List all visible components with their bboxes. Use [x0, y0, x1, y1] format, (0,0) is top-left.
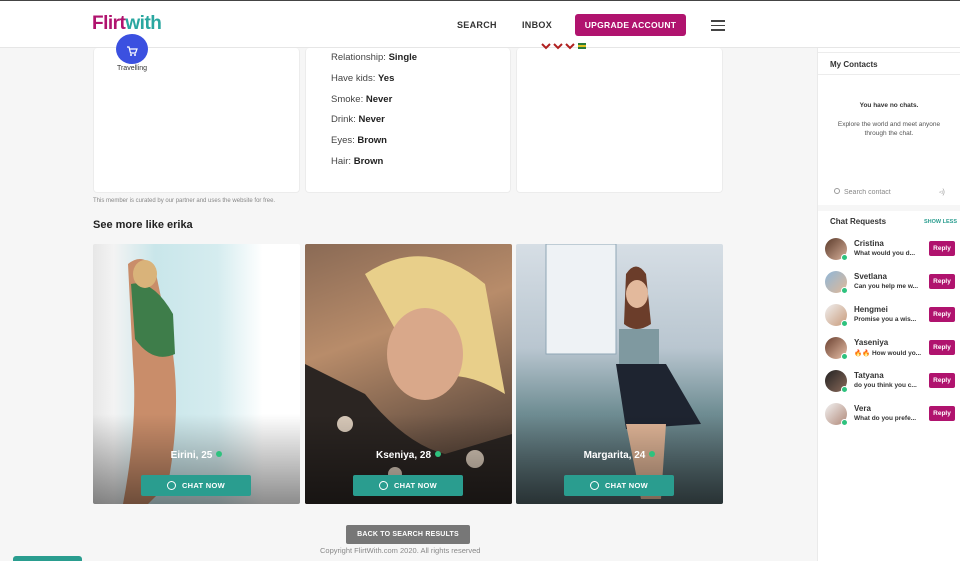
avatar — [825, 238, 848, 261]
request-name: Yaseniya — [854, 338, 889, 347]
no-chats-text: You have no chats. — [859, 102, 919, 109]
nav-inbox-link[interactable]: INBOX — [522, 20, 552, 30]
interests-card: Travelling — [93, 34, 300, 193]
online-indicator-icon — [841, 254, 848, 261]
chat-bubble-icon — [378, 481, 388, 490]
online-indicator-icon — [841, 320, 848, 327]
details-card: Relationship: Single Have kids: Yes Smok… — [305, 48, 511, 193]
chat-request-item[interactable]: Svetlana Can you help me w... Reply — [818, 271, 960, 303]
profile-name: Margarita, 24 — [516, 450, 723, 461]
online-indicator-icon — [649, 451, 656, 457]
profile-card[interactable]: Margarita, 24 CHAT NOW — [516, 244, 723, 504]
online-indicator-icon — [435, 451, 442, 457]
request-message: Promise you a wis... — [854, 316, 917, 323]
explore-text: Explore the world and meet anyone throug… — [837, 121, 941, 137]
chat-bubble-icon — [166, 481, 176, 490]
chat-now-button[interactable]: CHAT NOW — [353, 475, 463, 496]
online-indicator-icon — [841, 353, 848, 360]
search-contact-input[interactable] — [830, 186, 950, 198]
hamburger-menu-icon[interactable] — [711, 20, 725, 31]
profile-name: Kseniya, 28 — [305, 450, 512, 461]
my-contacts-title: My Contacts — [830, 60, 878, 69]
curated-note: This member is curated by our partner an… — [93, 198, 276, 204]
request-name: Vera — [854, 404, 871, 413]
avatar — [825, 370, 848, 393]
chat-request-item[interactable]: Vera What do you prefe... Reply — [818, 403, 960, 435]
logo-text-with: with — [125, 13, 162, 34]
chat-sidebar: My Contacts You have no chats. Explore t… — [817, 48, 960, 561]
reply-button[interactable]: Reply — [929, 340, 955, 355]
flag-icons — [540, 42, 588, 52]
chat-request-item[interactable]: Cristina What would you d... Reply — [818, 238, 960, 270]
chat-bubble-icon — [589, 481, 599, 490]
reply-button[interactable]: Reply — [929, 307, 955, 322]
online-indicator-icon — [841, 287, 848, 294]
chat-now-button[interactable]: CHAT NOW — [564, 475, 674, 496]
detail-eyes: Eyes: Brown — [331, 135, 387, 146]
chat-request-item[interactable]: Hengmei Promise you a wis... Reply — [818, 304, 960, 336]
profile-card[interactable]: Eirini, 25 CHAT NOW — [93, 244, 300, 504]
request-name: Svetlana — [854, 272, 887, 281]
avatar — [825, 271, 848, 294]
request-message: do you think you c... — [854, 382, 917, 389]
avatar — [825, 304, 848, 327]
logo-text-flirt: Flirt — [92, 13, 126, 34]
reply-button[interactable]: Reply — [929, 274, 955, 289]
speaker-icon[interactable]: ◃) — [939, 188, 945, 196]
request-message: What would you d... — [854, 250, 916, 257]
reply-button[interactable]: Reply — [929, 406, 955, 421]
chat-request-item[interactable]: Tatyana do you think you c... Reply — [818, 370, 960, 402]
profile-card[interactable]: Kseniya, 28 CHAT NOW — [305, 244, 512, 504]
copyright-text: Copyright FlirtWith.com 2020. All rights… — [320, 546, 481, 555]
nav-search-link[interactable]: SEARCH — [457, 20, 497, 30]
bottom-floating-tab[interactable] — [13, 556, 82, 561]
interest-label: Travelling — [116, 65, 148, 72]
request-message: 🔥🔥 How would yo... — [854, 350, 922, 357]
cart-icon — [116, 34, 148, 64]
online-indicator-icon — [841, 419, 848, 426]
back-to-search-results-button[interactable]: BACK TO SEARCH RESULTS — [346, 525, 470, 544]
request-message: What do you prefe... — [854, 415, 917, 422]
chat-request-item[interactable]: Yaseniya 🔥🔥 How would yo... Reply — [818, 337, 960, 369]
chat-requests-title: Chat Requests — [830, 217, 887, 226]
detail-kids: Have kids: Yes — [331, 73, 395, 84]
logo[interactable]: Flirtwith — [92, 13, 162, 35]
request-name: Tatyana — [854, 371, 884, 380]
detail-hair: Hair: Brown — [331, 156, 384, 167]
show-less-link[interactable]: SHOW LESS — [924, 219, 957, 225]
upgrade-account-button[interactable]: UPGRADE ACCOUNT — [575, 14, 686, 36]
detail-drink: Drink: Never — [331, 114, 385, 125]
reply-button[interactable]: Reply — [929, 373, 955, 388]
detail-relationship: Relationship: Single — [331, 52, 418, 63]
request-message: Can you help me w... — [854, 283, 919, 290]
request-name: Cristina — [854, 239, 884, 248]
detail-smoke: Smoke: Never — [331, 94, 393, 105]
reply-button[interactable]: Reply — [929, 241, 955, 256]
request-name: Hengmei — [854, 305, 888, 314]
online-indicator-icon — [841, 386, 848, 393]
avatar — [825, 337, 848, 360]
chat-now-button[interactable]: CHAT NOW — [141, 475, 251, 496]
online-indicator-icon — [216, 451, 223, 457]
avatar — [825, 403, 848, 426]
languages-card — [516, 43, 723, 193]
profile-name: Eirini, 25 — [93, 450, 300, 461]
see-more-title: See more like erika — [93, 219, 193, 231]
